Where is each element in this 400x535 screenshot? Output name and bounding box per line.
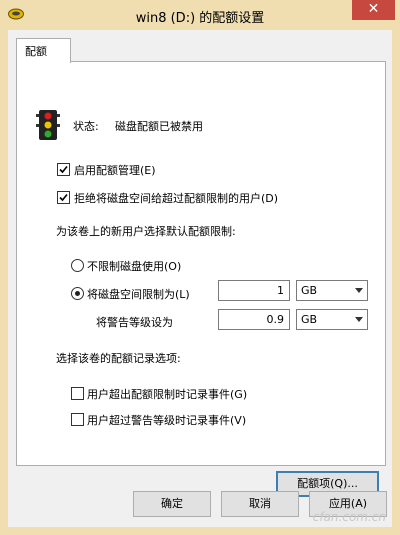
close-button[interactable]: ✕ [352,0,395,20]
logging-heading: 选择该卷的配额记录选项: [56,352,181,365]
enable-quota-label[interactable]: 启用配额管理(E) [74,162,156,178]
limit-to-label[interactable]: 将磁盘空间限制为(L) [87,286,190,302]
deny-space-checkbox[interactable] [57,191,70,204]
enable-quota-checkbox[interactable] [57,163,70,176]
tab-quota[interactable]: 配额 [16,38,71,63]
warning-value-input[interactable]: 0.9 [218,309,290,330]
watermark: cfan.com.cn [312,510,386,524]
dialog-client: 配额 状态: 磁盘配额已被禁用 启用配额管理(E) 拒绝将磁盘空间给超过配额限制… [8,30,392,527]
ok-button[interactable]: 确定 [133,491,211,517]
status-value: 磁盘配额已被禁用 [115,120,203,133]
limit-value-input[interactable]: 1 [218,280,290,301]
limit-unit-value: GB [301,284,318,297]
chevron-down-icon [355,288,363,293]
limit-unit-select[interactable]: GB [296,280,368,301]
status-label: 状态: [73,120,99,133]
checkmark-icon [59,193,68,202]
default-limit-heading: 为该卷上的新用户选择默认配额限制: [56,225,236,238]
limit-to-radio[interactable] [71,287,84,300]
chevron-down-icon [355,317,363,322]
log-over-warning-checkbox[interactable] [71,413,84,426]
warning-unit-select[interactable]: GB [296,309,368,330]
deny-space-label[interactable]: 拒绝将磁盘空间给超过配额限制的用户(D) [74,190,278,206]
warning-unit-value: GB [301,313,318,326]
traffic-light-icon [36,110,60,140]
log-over-limit-checkbox[interactable] [71,387,84,400]
title-bar: win8 (D:) 的配额设置 ✕ [0,0,400,30]
window-title: win8 (D:) 的配额设置 [135,11,265,26]
quota-tab-panel: 状态: 磁盘配额已被禁用 启用配额管理(E) 拒绝将磁盘空间给超过配额限制的用户… [16,61,386,497]
tab-quota-label: 配额 [25,45,47,58]
no-limit-label[interactable]: 不限制磁盘使用(O) [87,258,181,274]
warning-level-label: 将警告等级设为 [96,316,173,329]
close-icon: ✕ [367,1,380,17]
no-limit-radio[interactable] [71,259,84,272]
checkmark-icon [59,165,68,174]
log-over-limit-label[interactable]: 用户超出配额限制时记录事件(G) [87,386,247,402]
log-over-warning-label[interactable]: 用户超过警告等级时记录事件(V) [87,412,246,428]
cancel-button[interactable]: 取消 [221,491,299,517]
